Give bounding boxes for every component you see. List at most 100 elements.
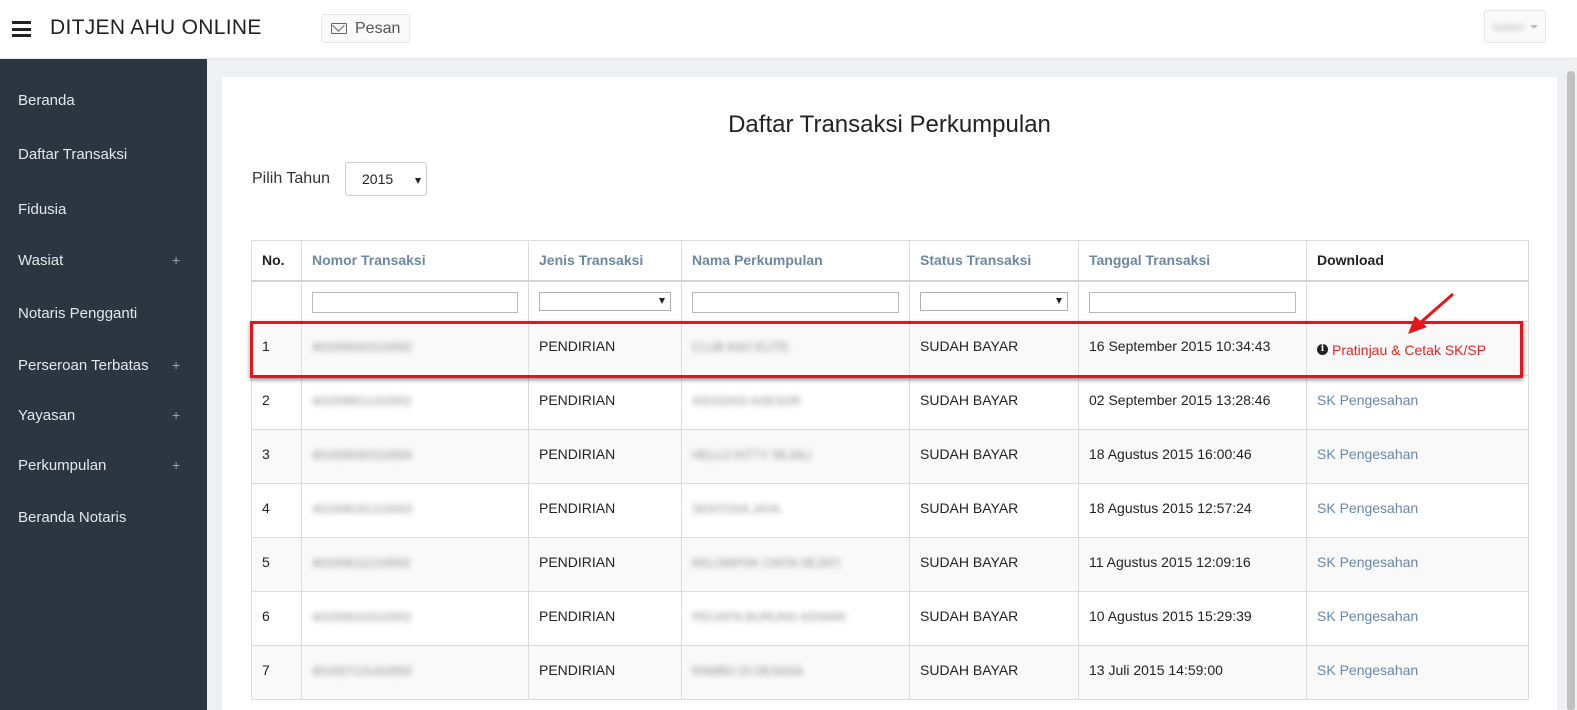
cell-tanggal-transaksi: 02 September 2015 13:28:46 (1078, 375, 1307, 430)
sidebar-item-beranda[interactable]: Beranda (0, 80, 207, 120)
nomor-transaksi-redacted: 401509161510002 (312, 340, 413, 354)
cell-nomor-transaksi: 401508181210003 (301, 483, 529, 538)
year-select[interactable]: 2015 (345, 162, 427, 196)
filter-status-select[interactable] (920, 291, 1068, 311)
column-header-status-transaksi[interactable]: Status Transaksi (909, 240, 1079, 282)
column-header-jenis-transaksi[interactable]: Jenis Transaksi (528, 240, 682, 282)
table-row: 2 401509021310001 PENDIRIAN ASOSIASI ASE… (251, 375, 1529, 430)
cell-tanggal-transaksi: 11 Agustus 2015 12:09:16 (1078, 537, 1307, 592)
cell-no: 3 (251, 429, 302, 484)
info-icon: i (1317, 344, 1328, 355)
messages-label: Pesan (355, 19, 401, 37)
cell-no: 1 (251, 321, 302, 376)
cell-tanggal-transaksi: 13 Juli 2015 14:59:00 (1078, 645, 1307, 700)
filter-cell (301, 280, 529, 322)
sk-pengesahan-link[interactable]: SK Pengesahan (1317, 392, 1418, 408)
nama-perkumpulan-redacted: PECINTA BURUNG KENARI (692, 610, 846, 624)
cell-nama-perkumpulan: HELLO KITTY SEJALI (681, 429, 910, 484)
cell-status-transaksi: SUDAH BAYAR (909, 483, 1079, 538)
cell-status-transaksi: SUDAH BAYAR (909, 645, 1079, 700)
nomor-transaksi-redacted: 401508181510004 (312, 448, 413, 462)
app-brand[interactable]: DITJEN AHU ONLINE (50, 16, 262, 40)
filter-nomor-input[interactable] (312, 291, 518, 313)
sidebar-item-perseroan-terbatas[interactable]: Perseroan Terbatas + (0, 345, 207, 385)
filter-row (251, 280, 1529, 322)
cell-jenis-transaksi: PENDIRIAN (528, 375, 682, 430)
nama-perkumpulan-redacted: KELOMPOK CINTA SEJATI (692, 556, 841, 570)
sidebar-item-perkumpulan[interactable]: Perkumpulan + (0, 445, 207, 485)
column-header-download: Download (1306, 240, 1529, 282)
nama-perkumpulan-redacted: CLUB ASO ELITE (692, 340, 789, 354)
filter-jenis-select[interactable] (539, 291, 671, 311)
year-select-value: 2015 (362, 171, 394, 187)
cell-nama-perkumpulan: SENTOSA JAYA (681, 483, 910, 538)
user-dropdown[interactable]: Isaten (1484, 10, 1546, 43)
cell-no: 7 (251, 645, 302, 700)
hamburger-menu-icon[interactable] (12, 21, 31, 37)
cell-jenis-transaksi: PENDIRIAN (528, 591, 682, 646)
cell-download: SK Pengesahan (1306, 591, 1529, 646)
table-header-row: No. Nomor Transaksi Jenis Transaksi Nama… (251, 240, 1529, 282)
pratinjau-cetak-link[interactable]: i Pratinjau & Cetak SK/SP (1317, 342, 1486, 358)
cell-status-transaksi: SUDAH BAYAR (909, 429, 1079, 484)
sidebar-item-fidusia[interactable]: Fidusia (0, 189, 207, 229)
filter-nama-input[interactable] (692, 291, 899, 313)
nama-perkumpulan-redacted: RAMBO DI DESASA (692, 664, 804, 678)
filter-tanggal-input[interactable] (1089, 291, 1296, 313)
caret-down-icon (1529, 24, 1538, 29)
transactions-table: No. Nomor Transaksi Jenis Transaksi Nama… (251, 240, 1529, 700)
table-row: 6 401508101510001 PENDIRIAN PECINTA BURU… (251, 591, 1529, 646)
sidebar-item-beranda-notaris[interactable]: Beranda Notaris (0, 497, 207, 537)
dropdown-arrow-icon (1056, 297, 1062, 304)
expand-plus-icon: + (172, 407, 181, 423)
table-row: 7 401507131410002 PENDIRIAN RAMBO DI DES… (251, 645, 1529, 700)
cell-download: SK Pengesahan (1306, 429, 1529, 484)
nomor-transaksi-redacted: 401507131410002 (312, 664, 413, 678)
filter-cell (1078, 280, 1307, 322)
messages-button[interactable]: Pesan (321, 14, 411, 43)
cell-tanggal-transaksi: 18 Agustus 2015 12:57:24 (1078, 483, 1307, 538)
cell-status-transaksi: SUDAH BAYAR (909, 321, 1079, 376)
cell-nama-perkumpulan: ASOSIASI ASESOR (681, 375, 910, 430)
cell-tanggal-transaksi: 18 Agustus 2015 16:00:46 (1078, 429, 1307, 484)
column-header-tanggal-transaksi[interactable]: Tanggal Transaksi (1078, 240, 1307, 282)
cell-nomor-transaksi: 401508181510004 (301, 429, 529, 484)
cell-jenis-transaksi: PENDIRIAN (528, 483, 682, 538)
cell-download: SK Pengesahan (1306, 375, 1529, 430)
cell-nama-perkumpulan: PECINTA BURUNG KENARI (681, 591, 910, 646)
sidebar-item-yayasan[interactable]: Yayasan + (0, 395, 207, 435)
pratinjau-cetak-label: Pratinjau & Cetak SK/SP (1332, 341, 1487, 358)
sk-pengesahan-link[interactable]: SK Pengesahan (1317, 608, 1418, 624)
cell-status-transaksi: SUDAH BAYAR (909, 537, 1079, 592)
cell-no: 5 (251, 537, 302, 592)
cell-jenis-transaksi: PENDIRIAN (528, 645, 682, 700)
scrollbar-thumb[interactable] (1567, 71, 1575, 710)
envelope-icon (331, 23, 347, 34)
cell-no: 2 (251, 375, 302, 430)
cell-nomor-transaksi: 401507131410002 (301, 645, 529, 700)
sidebar-item-daftar-transaksi[interactable]: Daftar Transaksi (0, 134, 207, 174)
nomor-transaksi-redacted: 401508181210003 (312, 502, 413, 516)
nomor-transaksi-redacted: 401508111210002 (312, 556, 411, 570)
filter-cell (528, 280, 682, 322)
year-label: Pilih Tahun (252, 170, 330, 187)
table-row: 5 401508111210002 PENDIRIAN KELOMPOK CIN… (251, 537, 1529, 592)
cell-nama-perkumpulan: CLUB ASO ELITE (681, 321, 910, 376)
sk-pengesahan-link[interactable]: SK Pengesahan (1317, 554, 1418, 570)
dropdown-arrow-icon (659, 297, 665, 304)
column-header-no: No. (251, 240, 302, 282)
table-row: 4 401508181210003 PENDIRIAN SENTOSA JAYA… (251, 483, 1529, 538)
sk-pengesahan-link[interactable]: SK Pengesahan (1317, 446, 1418, 462)
sk-pengesahan-link[interactable]: SK Pengesahan (1317, 500, 1418, 516)
vertical-scrollbar[interactable] (1565, 59, 1577, 710)
table-row: 1 401509161510002 PENDIRIAN CLUB ASO ELI… (251, 321, 1529, 376)
sidebar-item-wasiat[interactable]: Wasiat + (0, 240, 207, 280)
table-row: 3 401508181510004 PENDIRIAN HELLO KITTY … (251, 429, 1529, 484)
cell-nama-perkumpulan: RAMBO DI DESASA (681, 645, 910, 700)
sidebar-item-notaris-pengganti[interactable]: Notaris Pengganti (0, 293, 207, 333)
sk-pengesahan-link[interactable]: SK Pengesahan (1317, 662, 1418, 678)
filter-cell-empty (251, 280, 302, 322)
column-header-nama-perkumpulan[interactable]: Nama Perkumpulan (681, 240, 910, 282)
column-header-nomor-transaksi[interactable]: Nomor Transaksi (301, 240, 529, 282)
nomor-transaksi-redacted: 401509021310001 (312, 394, 413, 408)
